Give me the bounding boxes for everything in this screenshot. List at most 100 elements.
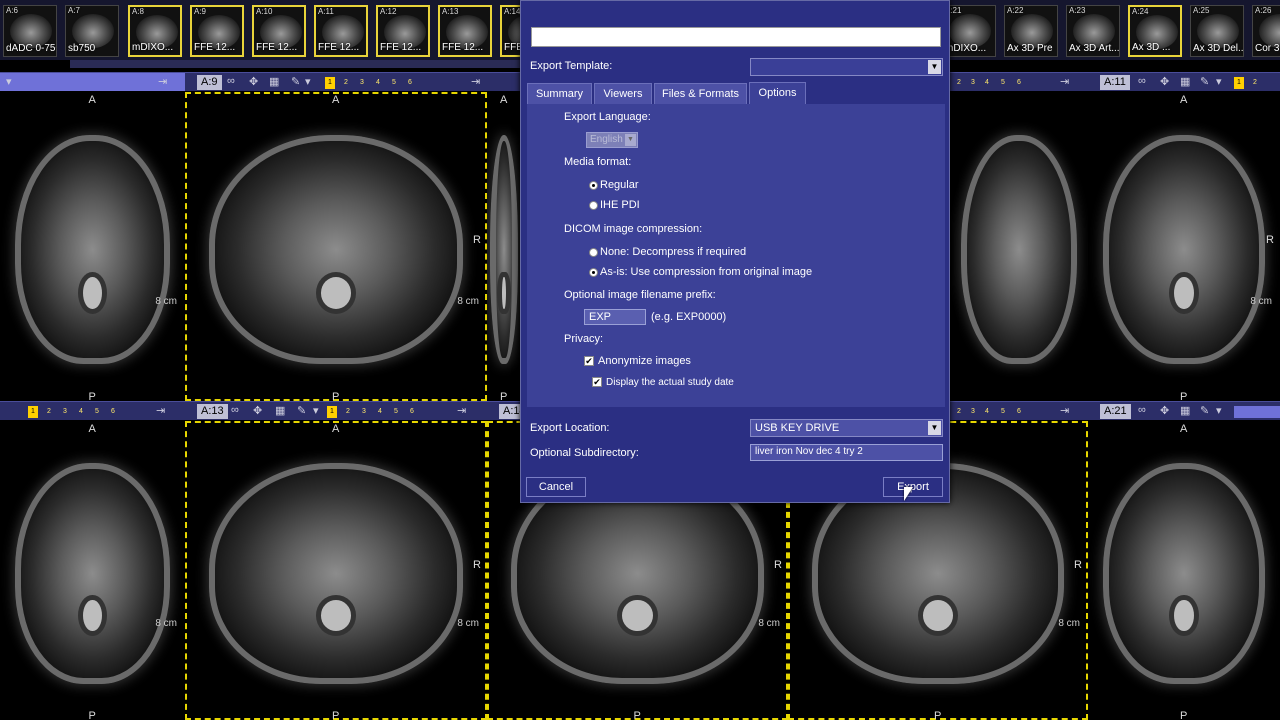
page-number[interactable]: 3 <box>357 77 367 89</box>
image-viewport[interactable]: AP <box>487 92 521 401</box>
image-viewport[interactable]: A P 8 cm <box>0 421 185 720</box>
image-viewport[interactable]: A P R 8 cm <box>185 92 487 401</box>
page-number[interactable]: 2 <box>1250 77 1260 89</box>
move-icon[interactable]: ✥ <box>1160 75 1169 88</box>
link-icon[interactable]: ∞ <box>231 404 239 416</box>
image-viewport[interactable] <box>950 92 1088 401</box>
grid-icon[interactable]: ▦ <box>1180 404 1190 417</box>
page-number[interactable]: 1 <box>327 406 337 418</box>
viewport-label: A:13 <box>197 404 228 419</box>
dropdown-icon[interactable]: ▾ <box>6 75 12 88</box>
series-thumbnail[interactable]: A:7 sb750 <box>65 5 119 57</box>
arrow-icon[interactable]: ⇥ <box>1060 75 1069 88</box>
thumbnail-scrollbar[interactable] <box>70 60 520 68</box>
image-viewport[interactable]: A P 8 cm <box>0 92 185 401</box>
page-number[interactable]: 2 <box>44 406 54 418</box>
link-icon[interactable]: ∞ <box>1138 404 1146 416</box>
page-number[interactable]: 6 <box>1014 77 1024 89</box>
subdirectory-input[interactable]: liver iron Nov dec 4 try 2 <box>750 444 943 461</box>
grid-icon[interactable]: ▦ <box>1180 75 1190 88</box>
tab-summary[interactable]: Summary <box>527 83 592 104</box>
page-number[interactable]: 3 <box>359 406 369 418</box>
page-number[interactable]: 4 <box>373 77 383 89</box>
page-number[interactable]: 5 <box>389 77 399 89</box>
move-icon[interactable]: ✥ <box>1160 404 1169 417</box>
page-number[interactable]: 6 <box>407 406 417 418</box>
study-date-checkbox[interactable]: ✔ <box>592 377 602 387</box>
page-number[interactable]: 6 <box>1014 406 1024 418</box>
export-template-select[interactable]: ▼ <box>750 58 943 76</box>
series-thumbnail[interactable]: A:25 Ax 3D Del... <box>1190 5 1244 57</box>
series-thumbnail[interactable]: A:23 Ax 3D Art... <box>1066 5 1120 57</box>
page-number[interactable]: 2 <box>343 406 353 418</box>
page-number[interactable]: 4 <box>982 77 992 89</box>
page-number[interactable]: 5 <box>998 77 1008 89</box>
anonymize-checkbox[interactable]: ✔ <box>584 356 594 366</box>
series-thumbnail[interactable]: A:8 mDIXO... <box>128 5 182 57</box>
link-icon[interactable]: ∞ <box>1138 75 1146 87</box>
arrow-icon[interactable]: ⇥ <box>457 404 466 417</box>
series-thumbnail[interactable]: A:21 mDIXO... <box>942 5 996 57</box>
pencil-icon[interactable]: ✎ <box>297 404 306 417</box>
arrow-icon[interactable]: ⇥ <box>156 404 165 417</box>
dropdown-icon[interactable]: ▾ <box>1216 75 1222 88</box>
image-viewport[interactable]: AP <box>1088 421 1280 720</box>
spine-shape <box>83 277 102 310</box>
media-ihe-radio[interactable] <box>589 201 598 210</box>
tab-viewers[interactable]: Viewers <box>594 83 652 104</box>
page-number[interactable]: 4 <box>982 406 992 418</box>
page-number[interactable]: 5 <box>391 406 401 418</box>
move-icon[interactable]: ✥ <box>253 404 262 417</box>
dropdown-icon[interactable]: ▾ <box>305 75 311 88</box>
export-location-select[interactable]: USB KEY DRIVE ▼ <box>750 419 943 437</box>
series-thumbnail[interactable]: A:26 Cor 3D <box>1252 5 1280 57</box>
toolbar-selection[interactable] <box>1234 406 1280 418</box>
cancel-button[interactable]: Cancel <box>526 477 586 497</box>
image-viewport[interactable]: A P R 8 cm <box>1088 92 1280 401</box>
image-viewport[interactable]: A P R 8 cm <box>185 421 487 720</box>
compression-none-radio[interactable] <box>589 248 598 257</box>
series-thumbnail[interactable]: A:24 Ax 3D ... <box>1128 5 1182 57</box>
series-thumbnail[interactable]: A:10 FFE 12... <box>252 5 306 57</box>
pencil-icon[interactable]: ✎ <box>1200 404 1209 417</box>
series-thumbnail[interactable]: A:22 Ax 3D Pre <box>1004 5 1058 57</box>
series-thumbnail[interactable]: A:6 dADC 0-750 <box>3 5 57 57</box>
move-icon[interactable]: ✥ <box>249 75 258 88</box>
page-number[interactable]: 3 <box>60 406 70 418</box>
page-number[interactable]: 1 <box>1234 77 1244 89</box>
series-thumbnail[interactable]: A:11 FFE 12... <box>314 5 368 57</box>
page-number[interactable]: 3 <box>968 406 978 418</box>
series-thumbnail[interactable]: A:9 FFE 12... <box>190 5 244 57</box>
tab-files-formats[interactable]: Files & Formats <box>654 83 747 104</box>
arrow-icon[interactable]: ⇥ <box>471 75 480 88</box>
page-number[interactable]: 5 <box>92 406 102 418</box>
export-button[interactable]: Export <box>883 477 943 497</box>
dropdown-icon[interactable]: ▾ <box>313 404 319 417</box>
tab-options[interactable]: Options <box>749 82 806 105</box>
grid-icon[interactable]: ▦ <box>275 404 285 417</box>
compression-asis-radio[interactable] <box>589 268 598 277</box>
page-number[interactable]: 1 <box>28 406 38 418</box>
page-number[interactable]: 4 <box>375 406 385 418</box>
page-number[interactable]: 2 <box>954 77 964 89</box>
arrow-icon[interactable]: ⇥ <box>158 75 167 88</box>
page-number[interactable]: 5 <box>998 406 1008 418</box>
media-regular-radio[interactable] <box>589 181 598 190</box>
pencil-icon[interactable]: ✎ <box>1200 75 1209 88</box>
link-icon[interactable]: ∞ <box>227 75 235 87</box>
series-thumbnail[interactable]: A:13 FFE 12... <box>438 5 492 57</box>
page-number[interactable]: 6 <box>108 406 118 418</box>
page-number[interactable]: 6 <box>405 77 415 89</box>
arrow-icon[interactable]: ⇥ <box>1060 404 1069 417</box>
page-number[interactable]: 1 <box>325 77 335 89</box>
dropdown-icon[interactable]: ▾ <box>1216 404 1222 417</box>
prefix-input[interactable]: EXP <box>584 309 646 325</box>
page-number[interactable]: 2 <box>341 77 351 89</box>
page-number[interactable]: 2 <box>954 406 964 418</box>
series-thumbnail[interactable]: A:12 FFE 12... <box>376 5 430 57</box>
export-name-field[interactable] <box>531 27 941 47</box>
page-number[interactable]: 3 <box>968 77 978 89</box>
page-number[interactable]: 4 <box>76 406 86 418</box>
pencil-icon[interactable]: ✎ <box>291 75 300 88</box>
grid-icon[interactable]: ▦ <box>269 75 279 88</box>
